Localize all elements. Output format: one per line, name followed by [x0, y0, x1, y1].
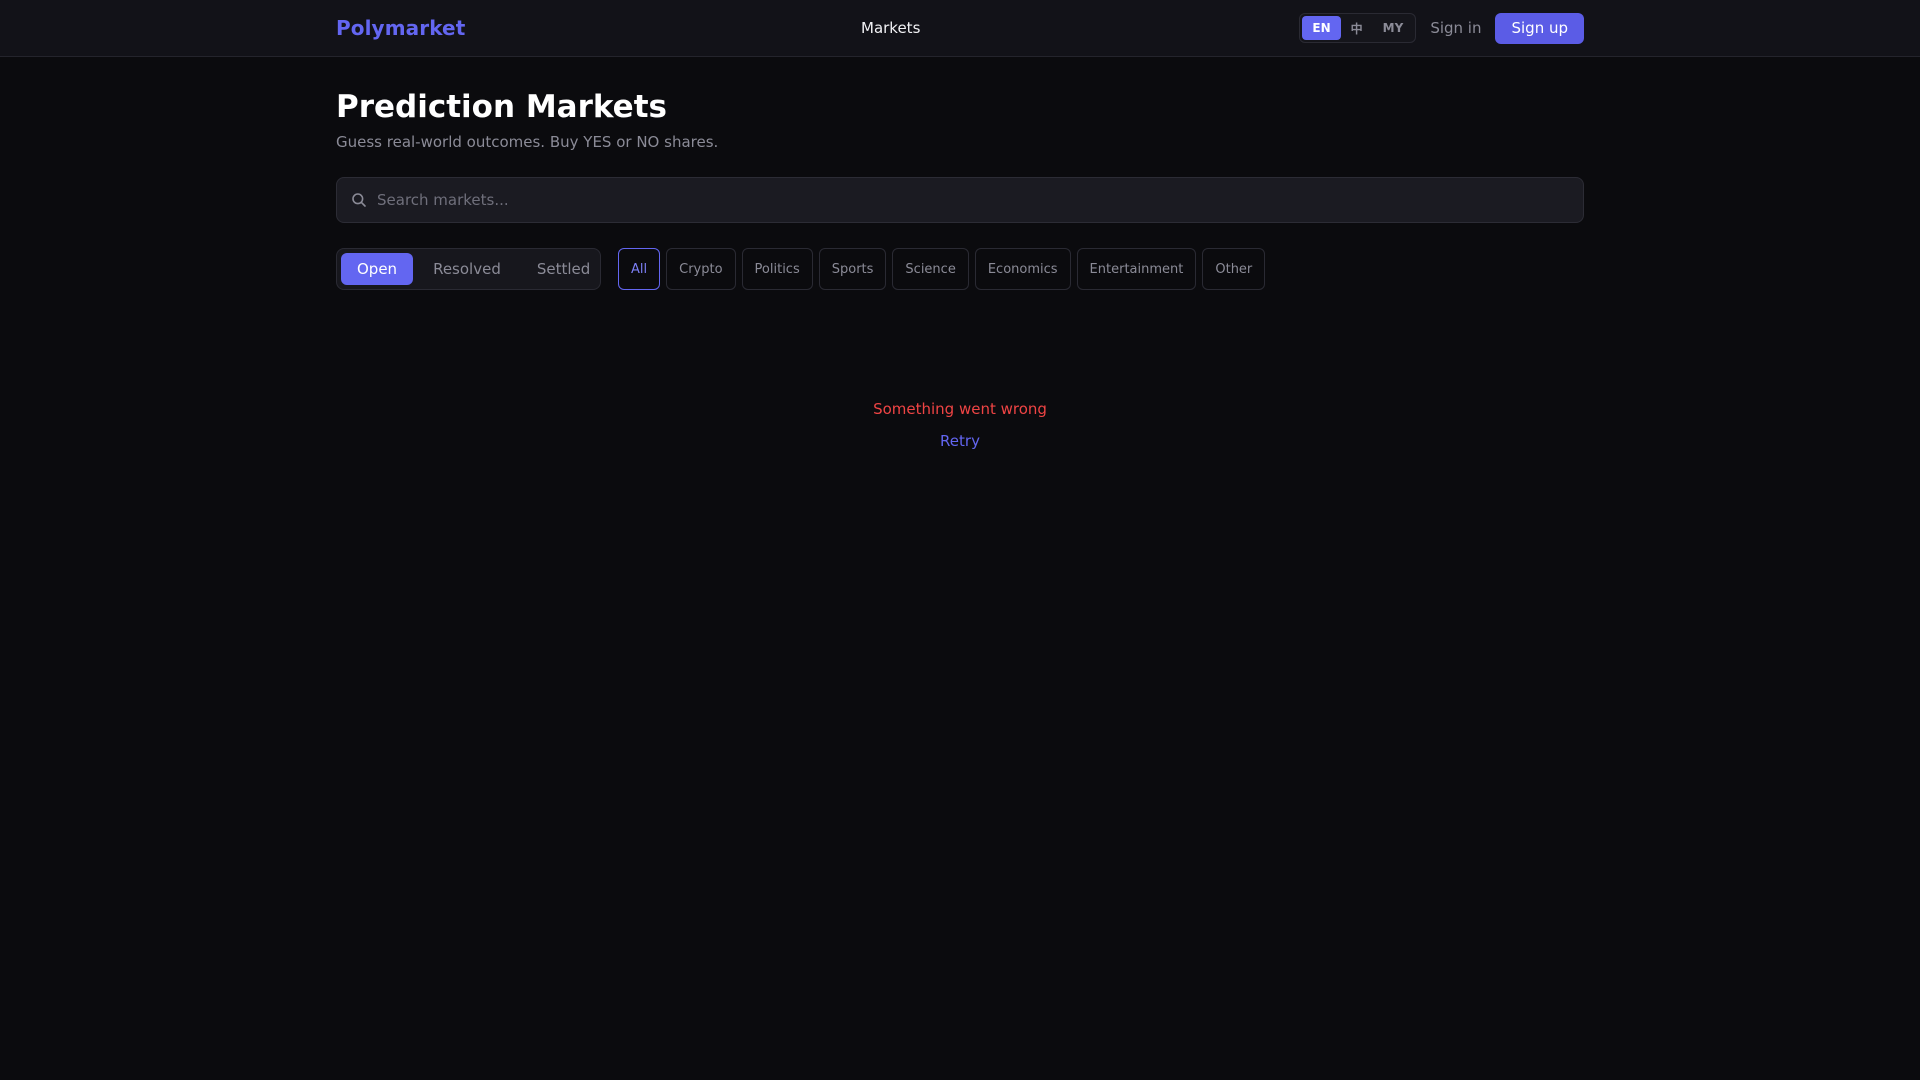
- category-chip-politics[interactable]: Politics: [741, 248, 813, 290]
- search-input[interactable]: [377, 191, 1569, 209]
- category-chip-other[interactable]: Other: [1202, 248, 1266, 290]
- main-nav: Markets: [861, 0, 920, 56]
- main-content: Prediction Markets Guess real-world outc…: [336, 57, 1584, 450]
- lang-option-my[interactable]: MY: [1373, 16, 1414, 40]
- category-chip-entertainment[interactable]: Entertainment: [1076, 248, 1197, 290]
- header-actions: EN 中 MY Sign in Sign up: [1299, 12, 1584, 44]
- status-tab-open[interactable]: Open: [341, 253, 414, 285]
- sign-up-button[interactable]: Sign up: [1495, 12, 1584, 44]
- category-chip-sports[interactable]: Sports: [818, 248, 887, 290]
- error-state: Something went wrong Retry: [336, 400, 1584, 450]
- page-subtitle: Guess real-world outcomes. Buy YES or NO…: [336, 133, 719, 151]
- filter-bar: Open Resolved Settled All Crypto Politic…: [336, 248, 1584, 290]
- lang-option-en[interactable]: EN: [1302, 16, 1341, 40]
- status-tab-resolved[interactable]: Resolved: [417, 253, 517, 285]
- search-box[interactable]: [336, 177, 1584, 223]
- lang-option-zh[interactable]: 中: [1341, 16, 1373, 40]
- retry-button[interactable]: Retry: [940, 432, 980, 450]
- category-chip-crypto[interactable]: Crypto: [666, 248, 736, 290]
- search-icon: [351, 192, 367, 208]
- category-chip-all[interactable]: All: [618, 248, 661, 290]
- top-navbar: Polymarket Markets EN 中 MY Sign in Sign …: [0, 0, 1920, 57]
- language-switcher: EN 中 MY: [1299, 13, 1417, 43]
- status-tab-settled[interactable]: Settled: [521, 253, 606, 285]
- navbar-inner: Polymarket Markets EN 中 MY Sign in Sign …: [336, 0, 1584, 56]
- sign-in-link[interactable]: Sign in: [1428, 19, 1483, 37]
- category-chip-science[interactable]: Science: [892, 248, 969, 290]
- nav-link-markets[interactable]: Markets: [861, 19, 920, 37]
- brand-logo[interactable]: Polymarket: [336, 16, 465, 40]
- status-tabs: Open Resolved Settled: [336, 248, 601, 290]
- category-chip-economics[interactable]: Economics: [974, 248, 1071, 290]
- page-title: Prediction Markets: [336, 89, 667, 125]
- category-filters: All Crypto Politics Sports Science Econo…: [618, 248, 1266, 290]
- error-message: Something went wrong: [873, 400, 1047, 418]
